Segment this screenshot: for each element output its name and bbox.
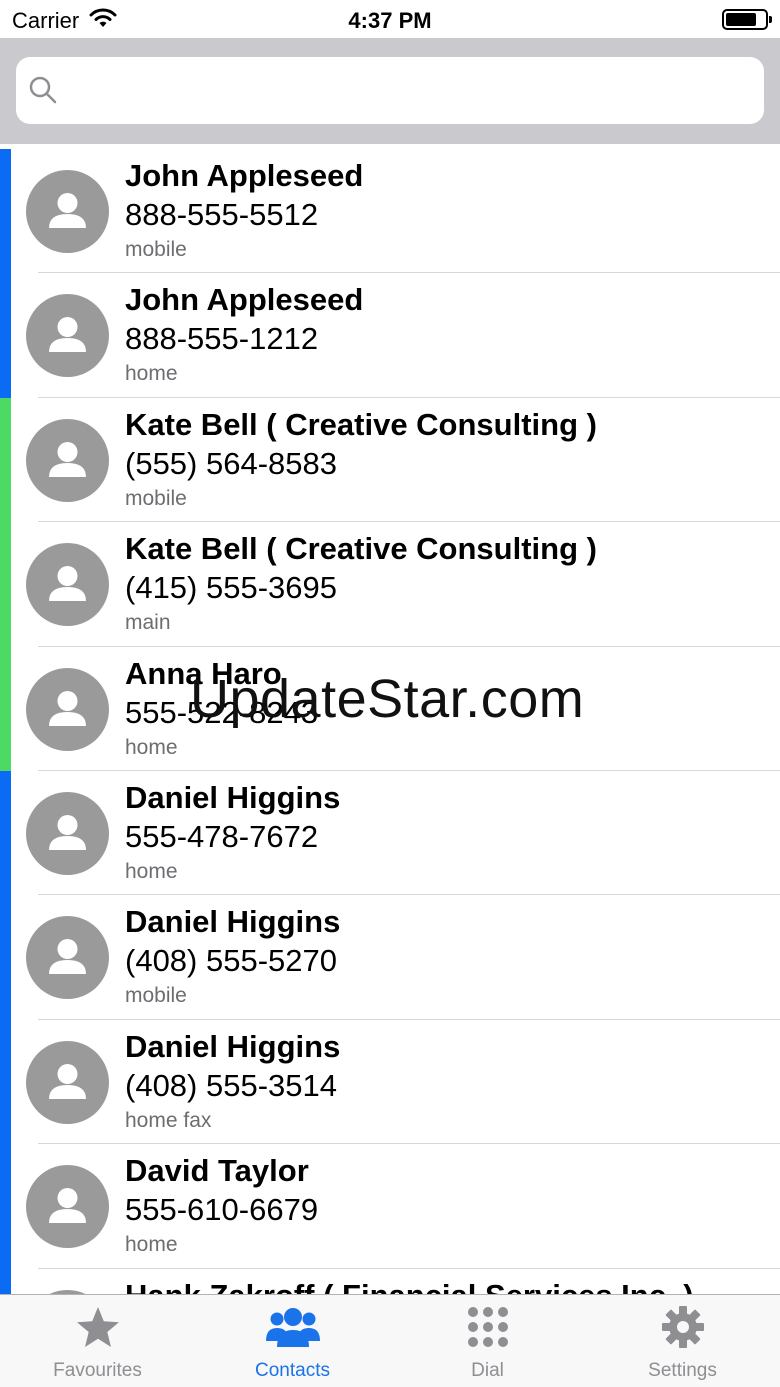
contact-phone: (408) 555-3514 (125, 1067, 337, 1103)
contact-phone: (415) 555-3695 (125, 570, 337, 606)
contact-text: Daniel Higgins 555-478-7672 home (125, 779, 770, 887)
contact-phone: (555) 564-8583 (125, 445, 337, 481)
contact-phone-label: home (125, 735, 178, 759)
section-stripe (0, 1019, 11, 1145)
contact-name: David Taylor (125, 1153, 309, 1189)
contact-text: John Appleseed 888-555-1212 home (125, 281, 770, 389)
contact-phone: 888-555-5512 (125, 197, 319, 232)
contact-phone-label: home (125, 859, 178, 883)
section-stripe (0, 149, 11, 274)
tab-settings-label: Settings (648, 1360, 717, 1381)
tab-dial[interactable]: Dial (390, 1295, 585, 1387)
avatar-placeholder-icon (26, 1040, 109, 1124)
contact-name: Kate Bell ( Creative Consulting ) (125, 531, 597, 567)
search-input[interactable] (16, 57, 764, 124)
contact-name: Daniel Higgins (125, 904, 341, 940)
contact-phone: 555-478-7672 (125, 818, 319, 854)
avatar-placeholder-icon (26, 294, 109, 378)
section-stripe (0, 646, 11, 771)
section-stripe (0, 397, 11, 523)
contact-row[interactable]: Daniel Higgins (408) 555-3514 home fax (0, 1019, 780, 1145)
contact-row[interactable]: Daniel Higgins 555-478-7672 home (0, 770, 780, 896)
contact-phone-label: main (125, 611, 171, 635)
contact-name: John Appleseed (125, 282, 364, 318)
contact-phone-label: mobile (125, 238, 187, 261)
contact-row[interactable]: Daniel Higgins (408) 555-5270 mobile (0, 895, 780, 1020)
tab-contacts[interactable]: Contacts (195, 1295, 390, 1387)
contacts-icon (264, 1305, 322, 1354)
contact-row[interactable]: David Taylor 555-610-6679 home (0, 1144, 780, 1269)
contact-phone-label: home fax (125, 1108, 212, 1132)
dialpad-icon (465, 1305, 511, 1354)
avatar-placeholder-icon (26, 791, 109, 875)
section-stripe (0, 895, 11, 1020)
contact-phone-label: home (125, 362, 178, 386)
contact-phone-label: home (125, 1233, 178, 1257)
contact-row[interactable]: John Appleseed 888-555-5512 mobile (0, 149, 780, 274)
tab-favourites[interactable]: Favourites (0, 1295, 195, 1387)
section-stripe (0, 522, 11, 647)
contact-phone: 555-610-6679 (125, 1192, 319, 1228)
contact-phone: (408) 555-5270 (125, 943, 337, 979)
contact-text: Kate Bell ( Creative Consulting ) (415) … (125, 530, 770, 638)
tab-settings[interactable]: Settings (585, 1295, 780, 1387)
contact-name: Daniel Higgins (125, 1028, 341, 1064)
contact-phone-label: mobile (125, 486, 187, 510)
contact-row[interactable]: John Appleseed 888-555-1212 home (0, 273, 780, 398)
contact-row[interactable]: Kate Bell ( Creative Consulting ) (415) … (0, 522, 780, 647)
contact-name: Hank Zakroff ( Financial Services Inc. ) (125, 1277, 770, 1294)
avatar-placeholder-icon (26, 418, 109, 502)
contact-row[interactable]: Kate Bell ( Creative Consulting ) (555) … (0, 397, 780, 523)
gear-icon (660, 1305, 706, 1354)
contact-phone-label: mobile (125, 984, 187, 1008)
contact-row[interactable]: Hank Zakroff ( Financial Services Inc. ) (0, 1268, 780, 1294)
contact-name: Kate Bell ( Creative Consulting ) (125, 406, 597, 442)
contact-phone: 888-555-1212 (125, 321, 319, 357)
avatar-placeholder-icon (26, 667, 109, 751)
contact-name: Daniel Higgins (125, 779, 341, 815)
contact-text: Anna Haro 555-522-8243 home (125, 655, 770, 763)
contact-row[interactable]: Anna Haro 555-522-8243 home (0, 646, 780, 771)
contact-phone: 555-522-8243 (125, 694, 319, 730)
section-stripe (0, 273, 11, 398)
tab-contacts-label: Contacts (255, 1360, 330, 1381)
section-stripe (0, 1268, 11, 1294)
contact-text: John Appleseed 888-555-5512 mobile (125, 157, 770, 265)
contact-list[interactable]: John Appleseed 888-555-5512 mobile John … (0, 149, 780, 1294)
search-icon (28, 75, 58, 110)
clock: 4:37 PM (348, 8, 432, 33)
status-bar: Carrier 4:37 PM (0, 0, 780, 38)
contact-name: John Appleseed (125, 158, 364, 193)
section-stripe (0, 770, 11, 896)
avatar-placeholder-icon (26, 916, 109, 1000)
contact-name: Anna Haro (125, 655, 282, 691)
tab-favourites-label: Favourites (53, 1360, 142, 1381)
avatar-placeholder-icon (26, 543, 109, 627)
star-icon (75, 1305, 121, 1354)
contact-text: David Taylor 555-610-6679 home (125, 1152, 770, 1260)
tab-bar: Favourites Contacts Dial Settings (0, 1294, 780, 1387)
battery-icon (722, 9, 772, 30)
contact-text: Daniel Higgins (408) 555-3514 home fax (125, 1028, 770, 1136)
contact-text: Hank Zakroff ( Financial Services Inc. ) (125, 1277, 770, 1294)
tab-dial-label: Dial (471, 1360, 504, 1381)
contact-text: Kate Bell ( Creative Consulting ) (555) … (125, 406, 770, 514)
search-bar (0, 38, 780, 144)
avatar-placeholder-icon (26, 170, 109, 253)
section-stripe (0, 1144, 11, 1269)
avatar-placeholder-icon (26, 1165, 109, 1249)
contact-text: Daniel Higgins (408) 555-5270 mobile (125, 903, 770, 1011)
